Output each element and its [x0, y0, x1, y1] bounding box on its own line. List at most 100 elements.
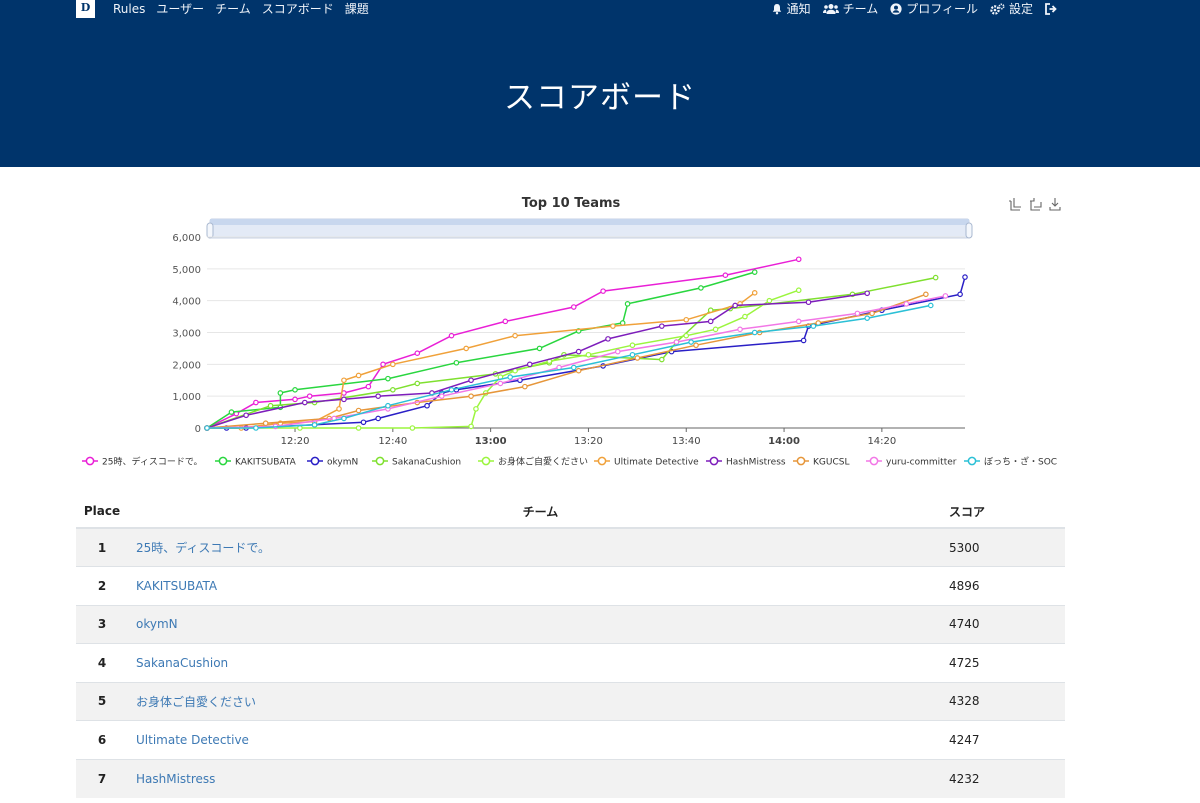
- nav-users-link[interactable]: ユーザー: [156, 0, 204, 17]
- data-point: [448, 387, 455, 393]
- team-link[interactable]: okymN: [136, 617, 178, 631]
- site-logo[interactable]: D: [76, 0, 95, 18]
- place-cell: 4: [76, 643, 128, 682]
- nav-profile-link[interactable]: プロフィール: [890, 0, 978, 17]
- header-banner: D Rules ユーザー チーム スコアボード 課題 通知 チーム プロフィール: [0, 0, 1200, 167]
- team-link[interactable]: お身体ご自愛ください: [136, 695, 256, 709]
- data-point: [448, 332, 455, 339]
- score-cell: 4247: [945, 720, 1065, 759]
- data-point: [614, 348, 621, 355]
- score-cell: 4232: [945, 758, 1065, 798]
- table-row: 5 お身体ご自愛ください 4328: [76, 681, 1065, 721]
- header-team: チーム: [128, 495, 945, 529]
- data-point: [869, 310, 875, 317]
- data-point: [658, 323, 665, 329]
- data-point: [385, 375, 391, 382]
- legend-marker: [967, 456, 977, 466]
- team-link[interactable]: HashMistress: [136, 772, 215, 786]
- zoom-icon[interactable]: [1009, 198, 1021, 211]
- series-line: [207, 292, 756, 429]
- data-point: [341, 396, 347, 403]
- legend-label: KGUCSL: [813, 458, 849, 468]
- nav-team-link[interactable]: チーム: [822, 0, 878, 17]
- score-chart-svg: Top 10 Teams 0 1,000 2,000 3,000 4,000 5,000 6,…: [82, 196, 1061, 468]
- data-point: [453, 359, 460, 366]
- team-cell: SakanaCushion: [128, 643, 945, 682]
- data-point: [805, 299, 812, 306]
- zoom-slider-bar: [210, 219, 969, 225]
- data-point: [463, 345, 469, 352]
- data-point: [253, 425, 259, 431]
- nav-scoreboard-link[interactable]: スコアボード: [262, 0, 334, 17]
- table-header-row: Place チーム スコア: [76, 495, 1065, 529]
- score-chart: Top 10 Teams 0 1,000 2,000 3,000 4,000 5,000 6,…: [76, 180, 1066, 480]
- data-point: [292, 396, 298, 403]
- data-point: [424, 402, 430, 409]
- zoom-slider-handle-left: [206, 222, 214, 239]
- team-cell: HashMistress: [128, 758, 945, 798]
- data-point: [414, 350, 421, 356]
- data-point: [355, 407, 362, 414]
- data-point: [306, 393, 313, 399]
- scoreboard-table: Place チーム スコア 1 25時、ディスコードで。 5300 2 KAKITSUB…: [76, 495, 1065, 798]
- data-point: [751, 290, 758, 296]
- x-tick-label: 12:40: [378, 436, 407, 447]
- data-point: [385, 402, 391, 409]
- y-tick-label: 1,000: [172, 392, 201, 403]
- download-icon[interactable]: [1049, 198, 1061, 211]
- table-row: 4 SakanaCushion 4725: [76, 643, 1065, 682]
- place-cell: 7: [76, 758, 128, 798]
- y-tick-label: 0: [195, 424, 201, 435]
- legend-marker: [85, 456, 95, 466]
- data-point: [375, 393, 381, 399]
- nav-settings-link[interactable]: 設定: [990, 0, 1033, 17]
- nav-challenges-link[interactable]: 課題: [345, 0, 369, 17]
- data-point: [800, 337, 807, 344]
- legend-label: Ultimate Detective: [614, 458, 699, 468]
- nav-teams-link[interactable]: チーム: [215, 0, 251, 17]
- nav-rules-link[interactable]: Rules: [113, 0, 145, 17]
- data-point: [292, 387, 298, 393]
- score-cell: 4740: [945, 604, 1065, 644]
- gears-icon: [990, 2, 1005, 15]
- data-point: [570, 304, 577, 310]
- data-point: [336, 406, 342, 412]
- zoom-reset-icon[interactable]: [1030, 198, 1042, 211]
- legend-marker: [310, 456, 320, 466]
- score-cell: 4725: [945, 643, 1065, 682]
- team-link[interactable]: KAKITSUBATA: [136, 579, 217, 593]
- data-point: [634, 355, 641, 361]
- legend-label: 25時、ディスコードで。: [102, 456, 202, 468]
- table-body: 1 25時、ディスコードで。 5300 2 KAKITSUBATA 4896 3 okymN 4…: [76, 527, 1065, 798]
- team-cell: okymN: [128, 604, 945, 644]
- data-point: [673, 339, 680, 345]
- data-point: [536, 345, 543, 352]
- nav-notifications-link[interactable]: 通知: [771, 0, 811, 17]
- users-icon: [822, 3, 839, 14]
- y-tick-label: 5,000: [172, 265, 201, 276]
- series-line: [206, 295, 946, 429]
- team-link[interactable]: SakanaCushion: [136, 656, 228, 670]
- data-point: [365, 383, 372, 390]
- data-point: [732, 302, 738, 309]
- data-point: [795, 318, 802, 325]
- team-link[interactable]: Ultimate Detective: [136, 733, 249, 747]
- chart-title: Top 10 Teams: [522, 196, 621, 211]
- data-point: [795, 256, 802, 263]
- data-point: [380, 361, 386, 368]
- data-point: [341, 377, 347, 384]
- data-point: [414, 380, 421, 387]
- data-point: [605, 336, 611, 342]
- team-link[interactable]: 25時、ディスコードで。: [136, 541, 270, 555]
- x-tick-label: 14:00: [768, 436, 800, 447]
- data-point: [243, 412, 249, 419]
- data-point: [526, 361, 533, 368]
- y-tick-label: 3,000: [172, 329, 201, 340]
- nav-logout-link[interactable]: [1045, 2, 1058, 15]
- data-point: [204, 425, 210, 431]
- nav-notifications-label: 通知: [786, 2, 811, 16]
- x-tick-label: 13:40: [672, 436, 701, 447]
- data-point: [751, 269, 758, 275]
- data-point: [737, 326, 743, 333]
- data-point: [683, 316, 690, 323]
